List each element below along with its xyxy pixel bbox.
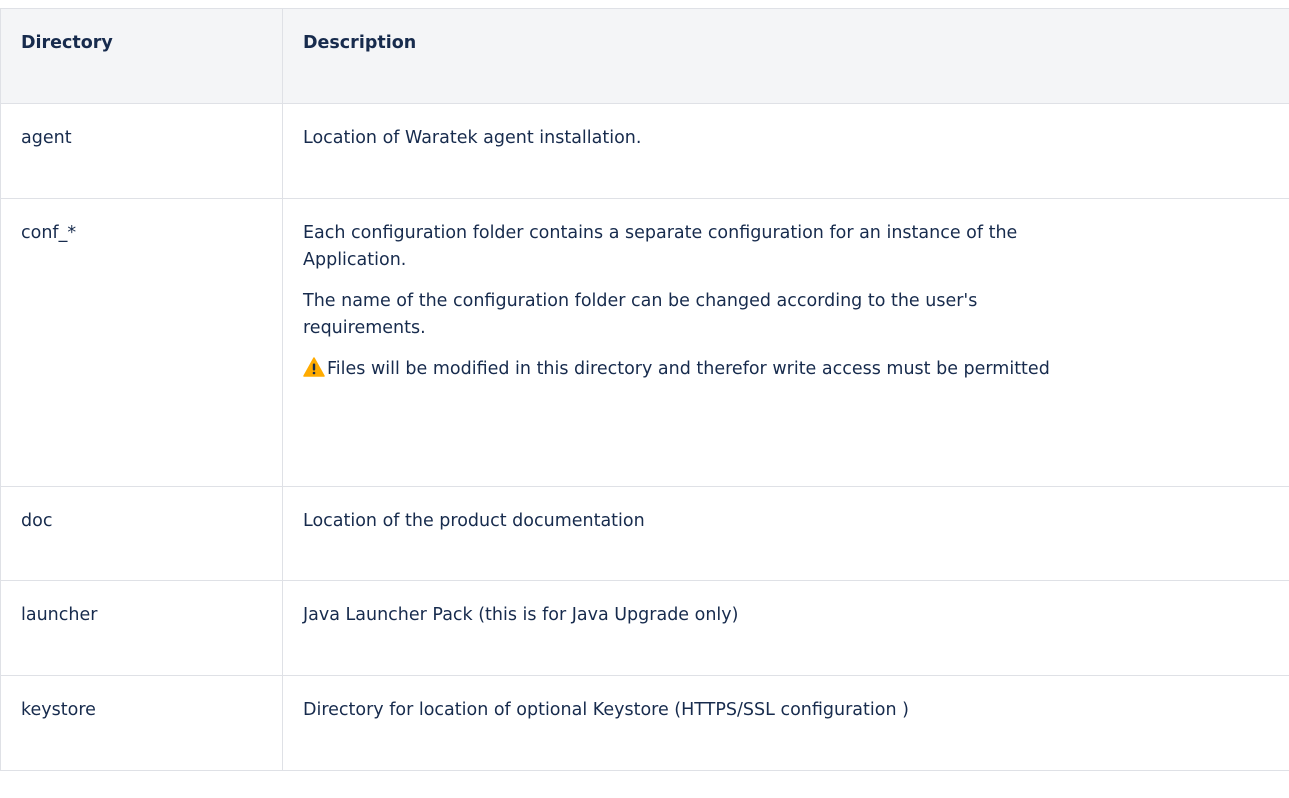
header-description-label: Description xyxy=(283,9,1289,57)
description-paragraph-1-line-2: Application. xyxy=(303,250,406,270)
header-directory: Directory xyxy=(1,9,283,104)
description-text: Directory for location of optional Keyst… xyxy=(283,676,1289,724)
directory-cell: doc xyxy=(1,487,283,581)
table-row: keystore Directory for location of optio… xyxy=(1,676,1289,771)
table-row: conf_* Each configuration folder contain… xyxy=(1,199,1289,487)
directory-name: conf_* xyxy=(1,199,282,247)
table-row: doc Location of the product documentatio… xyxy=(1,487,1289,581)
description-paragraph-2-line-2: requirements. xyxy=(303,318,426,338)
warning-triangle-icon xyxy=(303,357,325,377)
directory-cell: launcher xyxy=(1,581,283,676)
description-paragraphs: Each configuration folder contains a sep… xyxy=(283,199,1289,383)
description-cell: Location of the product documentation xyxy=(283,487,1289,581)
description-paragraph-2-line-1: The name of the configuration folder can… xyxy=(303,291,977,311)
header-description: Description xyxy=(283,9,1289,104)
description-text: Location of Waratek agent installation. xyxy=(283,104,1289,152)
description-cell: Each configuration folder contains a sep… xyxy=(283,199,1289,487)
description-cell: Location of Waratek agent installation. xyxy=(283,104,1289,199)
description-text: Location of the product documentation xyxy=(283,487,1289,535)
description-paragraph-2: The name of the configuration folder can… xyxy=(303,288,1280,342)
warning-note: Files will be modified in this directory… xyxy=(303,356,1280,383)
description-text: Java Launcher Pack (this is for Java Upg… xyxy=(283,581,1289,629)
directory-cell: agent xyxy=(1,104,283,199)
directory-name: doc xyxy=(1,487,282,535)
table-row: launcher Java Launcher Pack (this is for… xyxy=(1,581,1289,676)
directory-cell: keystore xyxy=(1,676,283,771)
directory-cell: conf_* xyxy=(1,199,283,487)
description-paragraph-1: Each configuration folder contains a sep… xyxy=(303,220,1280,274)
table-row: agent Location of Waratek agent installa… xyxy=(1,104,1289,199)
description-cell: Java Launcher Pack (this is for Java Upg… xyxy=(283,581,1289,676)
directory-name: launcher xyxy=(1,581,282,629)
directory-name: agent xyxy=(1,104,282,152)
description-cell: Directory for location of optional Keyst… xyxy=(283,676,1289,771)
directory-table-container: Directory Description agent Location of … xyxy=(0,8,1289,798)
warning-text: Files will be modified in this directory… xyxy=(327,359,1050,379)
directory-name: keystore xyxy=(1,676,282,724)
header-directory-label: Directory xyxy=(1,9,282,57)
description-paragraph-1-line-1: Each configuration folder contains a sep… xyxy=(303,223,1017,243)
directory-table: Directory Description agent Location of … xyxy=(0,8,1289,771)
table-header-row: Directory Description xyxy=(1,9,1289,104)
